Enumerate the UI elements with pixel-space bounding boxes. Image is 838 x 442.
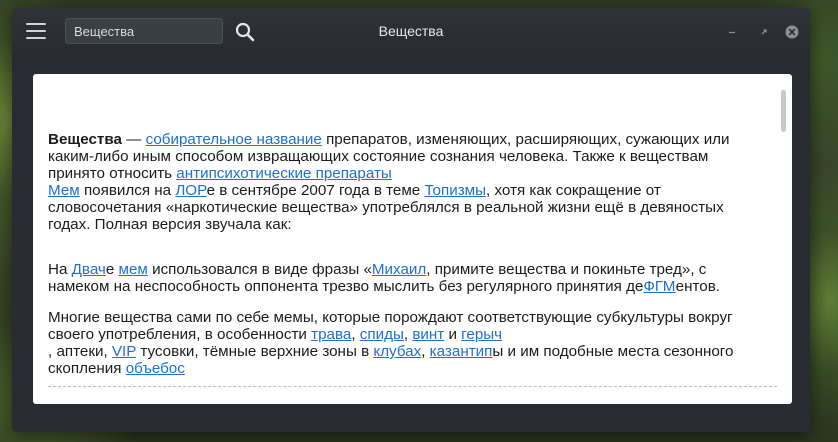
article-view: Вещества — собирательное название препар… [33, 74, 792, 404]
link-vip[interactable]: VIP [112, 343, 136, 360]
link-spidy[interactable]: спиды [360, 326, 404, 343]
text: е [105, 261, 119, 278]
minimize-icon[interactable] [725, 25, 739, 39]
text: — [121, 131, 146, 148]
link-kluby[interactable]: клубах [373, 343, 421, 360]
link-obiebos[interactable]: объебос [126, 360, 185, 377]
text: е в сентябре 2007 года в теме [206, 182, 425, 199]
text: тусовки, тёмные верхние зоны в [136, 343, 374, 360]
text: , [421, 343, 430, 360]
link-antipsychotics[interactable]: антипсихотические препараты [176, 165, 392, 182]
link-gerych[interactable]: герыч [461, 326, 502, 343]
link-mikhail[interactable]: Михаил [372, 261, 426, 278]
search-icon[interactable] [234, 21, 256, 43]
link-dvach[interactable]: Двач [72, 261, 106, 278]
link-mem[interactable]: мем [119, 261, 148, 278]
link-trava[interactable]: трава [311, 326, 351, 343]
text: ентов. [675, 278, 720, 295]
text: появился на [79, 182, 176, 199]
link-fgm[interactable]: ФГМ [643, 278, 675, 295]
text: На [48, 261, 72, 278]
text: , аптеки, [48, 343, 112, 360]
text: использовался в виде фразы « [147, 261, 372, 278]
link-vint[interactable]: винт [412, 326, 444, 343]
text: , [351, 326, 360, 343]
app-window: Вещества Вещества — собир [12, 8, 810, 432]
text: и [444, 326, 462, 343]
scrollbar[interactable] [781, 90, 786, 132]
close-icon[interactable] [785, 25, 799, 39]
hamburger-menu-icon[interactable] [26, 23, 46, 41]
link-topizmy[interactable]: Топизмы [424, 182, 486, 199]
desktop-background: Вещества Вещества — собир [0, 0, 838, 442]
search-input[interactable] [65, 18, 223, 44]
link-lor[interactable]: ЛОР [175, 182, 206, 199]
maximize-icon[interactable] [757, 25, 771, 39]
article-body: Вещества — собирательное название препар… [48, 131, 768, 377]
paragraph-dvach: На Дваче мем использовался в виде фразы … [48, 261, 768, 295]
section-divider [48, 386, 777, 387]
paragraph-subcultures: Многие вещества сами по себе мемы, котор… [48, 309, 768, 377]
link-kazantip[interactable]: казантип [430, 343, 493, 360]
paragraph-definition: Вещества — собирательное название препар… [48, 131, 768, 233]
article-term: Вещества [48, 131, 122, 148]
title-bar: Вещества [12, 8, 810, 56]
link-meme[interactable]: Мем [48, 182, 80, 199]
link-collective-name[interactable]: собирательное название [146, 131, 322, 148]
